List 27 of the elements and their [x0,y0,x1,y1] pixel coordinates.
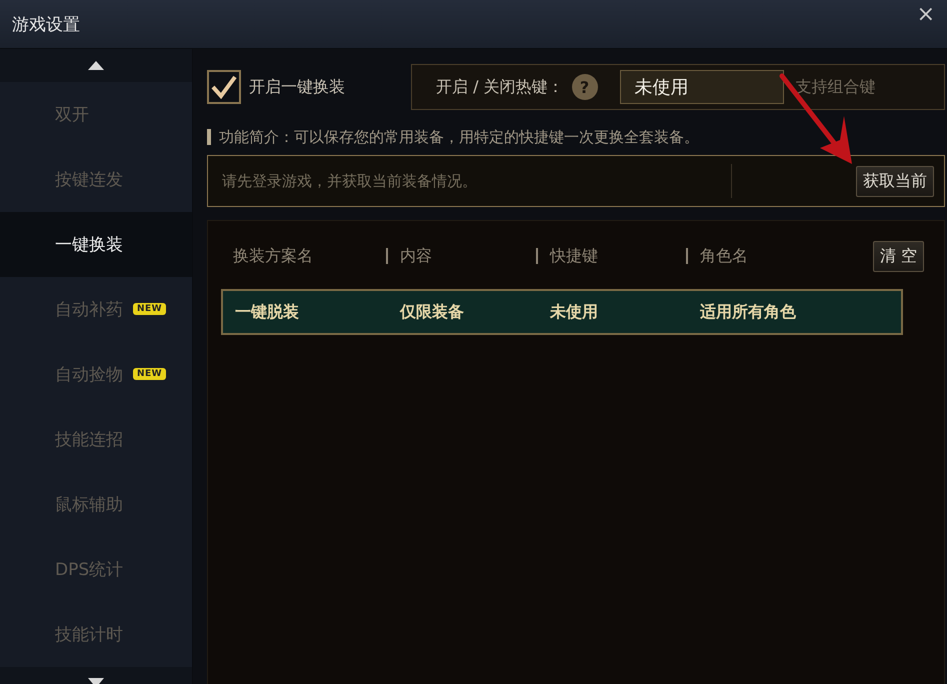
column-header: 换装方案名 [232,246,314,266]
clear-button[interactable]: 清 空 [872,240,924,272]
sidebar-item[interactable]: 自动补药 NEW [0,276,192,342]
checkbox[interactable] [207,70,241,104]
column-header: 内容 [399,246,433,266]
table-cell-text: 未使用 [548,302,599,322]
table-cell-text: 仅限装备 [398,302,465,322]
fetch-button[interactable]: 获取当前 [856,166,934,196]
hotkey-label: 开启 / 关闭热键： [436,76,564,98]
scroll-down-icon[interactable] [88,678,104,684]
intro-text: 功能简介：可以保存您的常用装备，用特定的快捷键一次更换全套装备。 [219,128,699,146]
table-cell-text: 一键脱装 [234,302,300,322]
column-header: 快捷键 [548,246,599,266]
close-button[interactable]: × [912,4,939,26]
table-cell-text: 适用所有角色 [699,302,797,322]
checkbox-label: 开启一键换装 [249,76,345,98]
new-badge: NEW [133,303,166,316]
sidebar-item[interactable]: 一键换装 [0,212,192,277]
hotkey-note: 支持组合键 [796,76,876,98]
hotkey-field[interactable]: 未使用 [620,70,784,104]
info-message: 请先登录游戏，并获取当前装备情况。 [222,172,478,190]
table-row[interactable]: 一键脱装 仅限装备 未使用 适用所有角色 [221,289,903,335]
column-header: 角色名 [699,246,749,266]
scroll-up-icon[interactable] [88,60,104,70]
new-badge: NEW [133,368,166,380]
window-title: 游戏设置 [12,14,80,36]
sidebar-item[interactable]: 自动捡物 NEW [0,342,192,407]
